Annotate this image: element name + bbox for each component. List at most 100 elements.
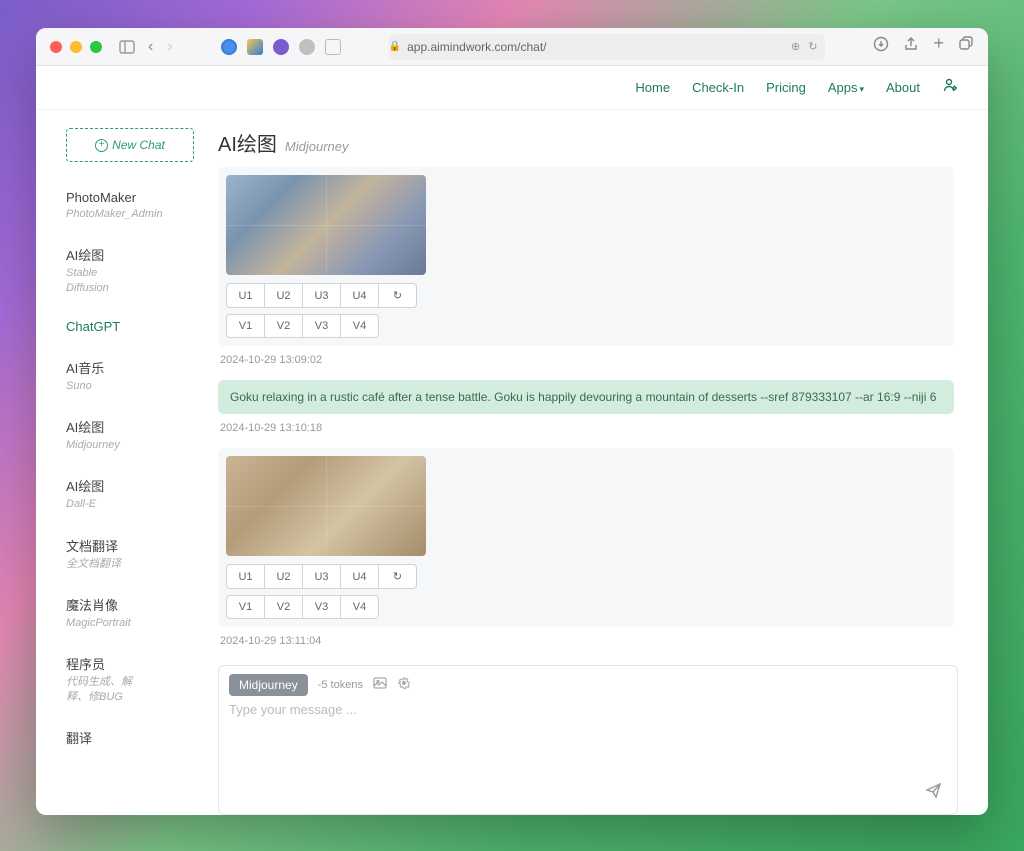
message-scroll-area[interactable]: U1U2U3U4↻V1V2V3V42024-10-29 13:09:02Goku… [218, 167, 958, 657]
sidebar-item[interactable]: AI音乐Suno [66, 348, 194, 407]
main-content: AI绘图 Midjourney U1U2U3U4↻V1V2V3V42024-10… [218, 128, 958, 815]
plus-icon: + [95, 139, 108, 152]
upscale-button[interactable]: U1 [226, 283, 265, 308]
app-area: Home Check-In Pricing Apps▾ About + New … [36, 66, 988, 815]
sidebar-item-title: 翻译 [66, 728, 194, 747]
variation-button[interactable]: V4 [340, 595, 379, 619]
sidebar-item[interactable]: AI绘图Midjourney [66, 407, 194, 466]
sidebar-item-subtitle: Midjourney [66, 438, 194, 452]
chrome-right-controls: + [873, 36, 974, 57]
sidebar-item[interactable]: PhotoMaker PhotoMaker_Admin [66, 180, 194, 235]
nav-pricing[interactable]: Pricing [766, 80, 806, 95]
message-input[interactable] [229, 702, 947, 772]
translate-icon[interactable]: ⊕ [791, 40, 800, 53]
browser-chrome: ‹ › 🔒 app.aimindwork.com/chat/ ⊕ ↻ + [36, 28, 988, 66]
nav-about[interactable]: About [886, 80, 920, 95]
message-timestamp: 2024-10-29 13:10:18 [220, 422, 954, 434]
back-button[interactable]: ‹ [148, 38, 153, 56]
sidebar-item-title: 魔法肖像 [66, 595, 194, 614]
sidebar-item-title: AI绘图 [66, 245, 194, 264]
minimize-window-button[interactable] [70, 41, 82, 53]
variation-button[interactable]: V1 [226, 595, 265, 619]
variation-button[interactable]: V2 [264, 314, 303, 338]
extension-icon[interactable] [325, 39, 341, 55]
model-tag[interactable]: Midjourney [229, 674, 308, 696]
reload-icon[interactable]: ↻ [808, 40, 817, 53]
lock-icon: 🔒 [389, 41, 401, 52]
variation-button[interactable]: V2 [264, 595, 303, 619]
assistant-message: U1U2U3U4↻ V1V2V3V4 [218, 448, 954, 627]
sidebar-item[interactable]: ChatGPT [66, 309, 194, 348]
assistant-message: U1U2U3U4↻ V1V2V3V4 [218, 167, 954, 346]
sidebar-item-title: 文档翻译 [66, 536, 194, 555]
sidebar-item-subtitle: Dall-E [66, 497, 194, 511]
forward-button[interactable]: › [167, 38, 172, 56]
close-window-button[interactable] [50, 41, 62, 53]
sidebar-item-subtitle: Stable Diffusion [66, 266, 194, 295]
sidebar-item-subtitle: Suno [66, 379, 194, 393]
nav-buttons: ‹ › [148, 38, 173, 56]
main-header: AI绘图 Midjourney [218, 128, 958, 157]
upscale-button[interactable]: U4 [340, 283, 379, 308]
upscale-button[interactable]: U2 [264, 564, 303, 589]
extension-icon[interactable] [247, 39, 263, 55]
chevron-down-icon: ▾ [859, 84, 864, 94]
token-cost: -5 tokens [318, 679, 363, 691]
sidebar-item[interactable]: 程序员代码生成、解 释、修BUG [66, 644, 194, 718]
extension-icon[interactable] [273, 39, 289, 55]
sidebar: + New Chat PhotoMaker PhotoMaker_Admin AI绘… [66, 128, 194, 815]
sidebar-item[interactable]: AI绘图 Dall-E [66, 466, 194, 525]
sidebar-item-subtitle: PhotoMaker_Admin [66, 207, 194, 221]
upscale-button[interactable]: U4 [340, 564, 379, 589]
refresh-button[interactable]: ↻ [378, 564, 417, 589]
upscale-button[interactable]: U2 [264, 283, 303, 308]
window-controls [50, 41, 102, 53]
variation-button[interactable]: V3 [302, 595, 341, 619]
sidebar-item-title: PhotoMaker [66, 190, 194, 205]
share-icon[interactable] [903, 36, 919, 57]
browser-window: ‹ › 🔒 app.aimindwork.com/chat/ ⊕ ↻ + [36, 28, 988, 815]
sidebar-item-title: AI绘图 [66, 476, 194, 495]
address-bar[interactable]: 🔒 app.aimindwork.com/chat/ ⊕ ↻ [389, 34, 826, 60]
page-title: AI绘图 [218, 128, 277, 157]
sidebar-item-subtitle: 代码生成、解 释、修BUG [66, 675, 194, 704]
message-timestamp: 2024-10-29 13:11:04 [220, 635, 954, 647]
user-icon[interactable] [942, 77, 958, 98]
sidebar-item[interactable]: AI绘图 Stable Diffusion [66, 235, 194, 309]
generated-image[interactable] [226, 175, 426, 275]
maximize-window-button[interactable] [90, 41, 102, 53]
generated-image[interactable] [226, 456, 426, 556]
nav-apps[interactable]: Apps▾ [828, 80, 864, 95]
sidebar-item[interactable]: 文档翻译全文档翻译 [66, 526, 194, 585]
upscale-button[interactable]: U3 [302, 564, 341, 589]
sidebar-item[interactable]: 翻译 [66, 718, 194, 761]
new-chat-button[interactable]: + New Chat [66, 128, 194, 162]
send-button[interactable] [921, 777, 947, 806]
page-subtitle: Midjourney [285, 139, 349, 154]
upscale-button[interactable]: U1 [226, 564, 265, 589]
top-nav: Home Check-In Pricing Apps▾ About [36, 66, 988, 110]
settings-icon[interactable] [397, 676, 411, 695]
composer: Midjourney -5 tokens [218, 665, 958, 815]
image-icon[interactable] [373, 676, 387, 695]
download-icon[interactable] [873, 36, 889, 57]
variation-button[interactable]: V1 [226, 314, 265, 338]
extension-icons [221, 39, 341, 55]
upscale-button[interactable]: U3 [302, 283, 341, 308]
extension-icon[interactable] [299, 39, 315, 55]
nav-checkin[interactable]: Check-In [692, 80, 744, 95]
variation-button[interactable]: V3 [302, 314, 341, 338]
sidebar-item-subtitle: 全文档翻译 [66, 557, 194, 571]
sidebar-item-title: 程序员 [66, 654, 194, 673]
sidebar-item[interactable]: 魔法肖像 MagicPortrait [66, 585, 194, 644]
variation-button[interactable]: V4 [340, 314, 379, 338]
sidebar-item-subtitle: MagicPortrait [66, 616, 194, 630]
refresh-button[interactable]: ↻ [378, 283, 417, 308]
extension-icon[interactable] [221, 39, 237, 55]
new-tab-icon[interactable]: + [933, 36, 944, 57]
sidebar-item-title: ChatGPT [66, 319, 194, 334]
nav-home[interactable]: Home [635, 80, 670, 95]
url-text: app.aimindwork.com/chat/ [407, 40, 546, 54]
sidebar-toggle-icon[interactable] [118, 38, 136, 56]
tabs-icon[interactable] [958, 36, 974, 57]
